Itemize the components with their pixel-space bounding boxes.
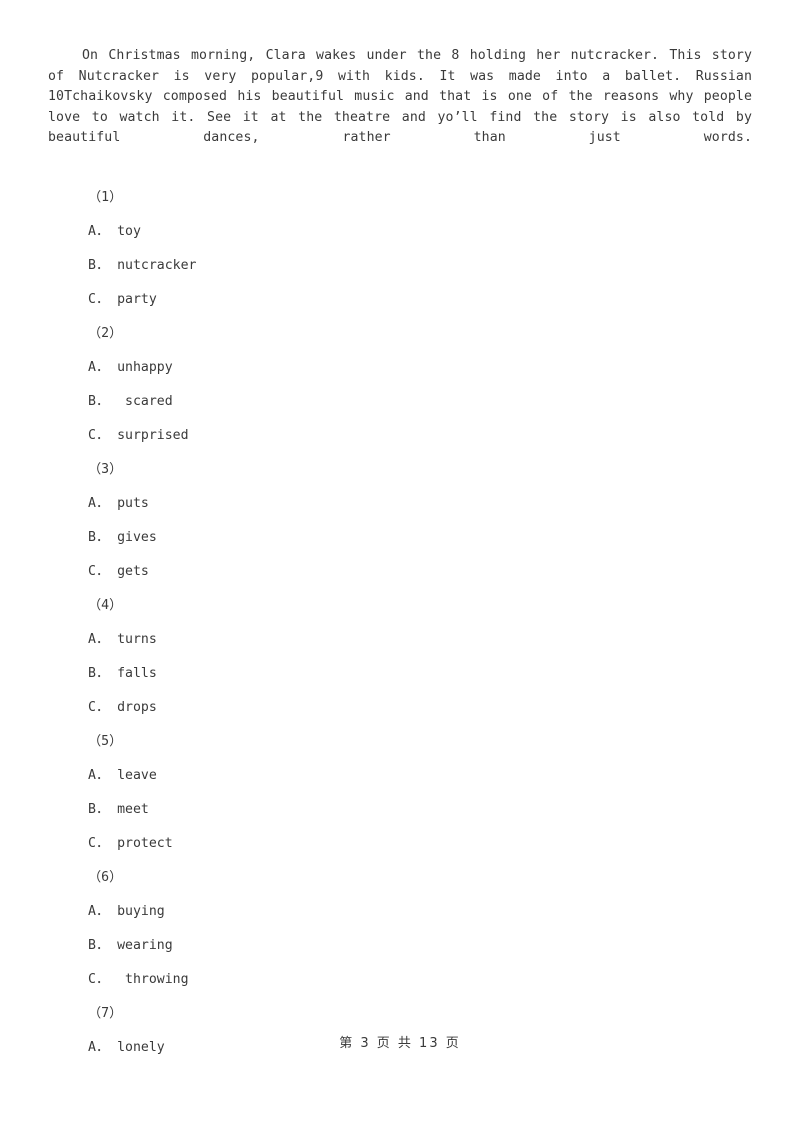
question-block: （7） A． lonely — [48, 997, 752, 1065]
question-block: （2） A． unhappy B． scared C． surprised — [48, 317, 752, 453]
option-a[interactable]: A． toy — [48, 215, 752, 249]
option-a[interactable]: A． unhappy — [48, 351, 752, 385]
page-footer: 第 3 页 共 13 页 — [339, 1036, 461, 1051]
option-a[interactable]: A． puts — [48, 487, 752, 521]
document-content: On Christmas morning, Clara wakes under … — [48, 46, 752, 1065]
option-a[interactable]: A． leave — [48, 759, 752, 793]
document-page: On Christmas morning, Clara wakes under … — [0, 0, 800, 1132]
option-c[interactable]: C． gets — [48, 555, 752, 589]
option-a[interactable]: A． turns — [48, 623, 752, 657]
question-number: （4） — [88, 598, 123, 613]
option-c[interactable]: C． throwing — [48, 963, 752, 997]
option-a[interactable]: A． buying — [48, 895, 752, 929]
question-number: （6） — [88, 870, 123, 885]
option-c[interactable]: C． surprised — [48, 419, 752, 453]
option-b[interactable]: B． falls — [48, 657, 752, 691]
question-number: （5） — [88, 734, 123, 749]
option-b[interactable]: B． scared — [48, 385, 752, 419]
question-block: （3） A． puts B． gives C． gets — [48, 453, 752, 589]
option-c[interactable]: C． protect — [48, 827, 752, 861]
question-number: （3） — [88, 462, 123, 477]
question-number: （1） — [88, 190, 123, 205]
question-block: （4） A． turns B． falls C． drops — [48, 589, 752, 725]
option-b[interactable]: B． nutcracker — [48, 249, 752, 283]
passage-paragraph: On Christmas morning, Clara wakes under … — [48, 48, 752, 145]
option-b[interactable]: B． gives — [48, 521, 752, 555]
question-block: （5） A． leave B． meet C． protect — [48, 725, 752, 861]
question-number: （7） — [88, 1006, 123, 1021]
option-c[interactable]: C． drops — [48, 691, 752, 725]
option-b[interactable]: B． wearing — [48, 929, 752, 963]
question-number: （2） — [88, 326, 123, 341]
question-block: （6） A． buying B． wearing C． throwing — [48, 861, 752, 997]
questions-list: （1） A． toy B． nutcracker C． party （2） A．… — [48, 181, 752, 1065]
option-c[interactable]: C． party — [48, 283, 752, 317]
option-b[interactable]: B． meet — [48, 793, 752, 827]
question-block: （1） A． toy B． nutcracker C． party — [48, 181, 752, 317]
